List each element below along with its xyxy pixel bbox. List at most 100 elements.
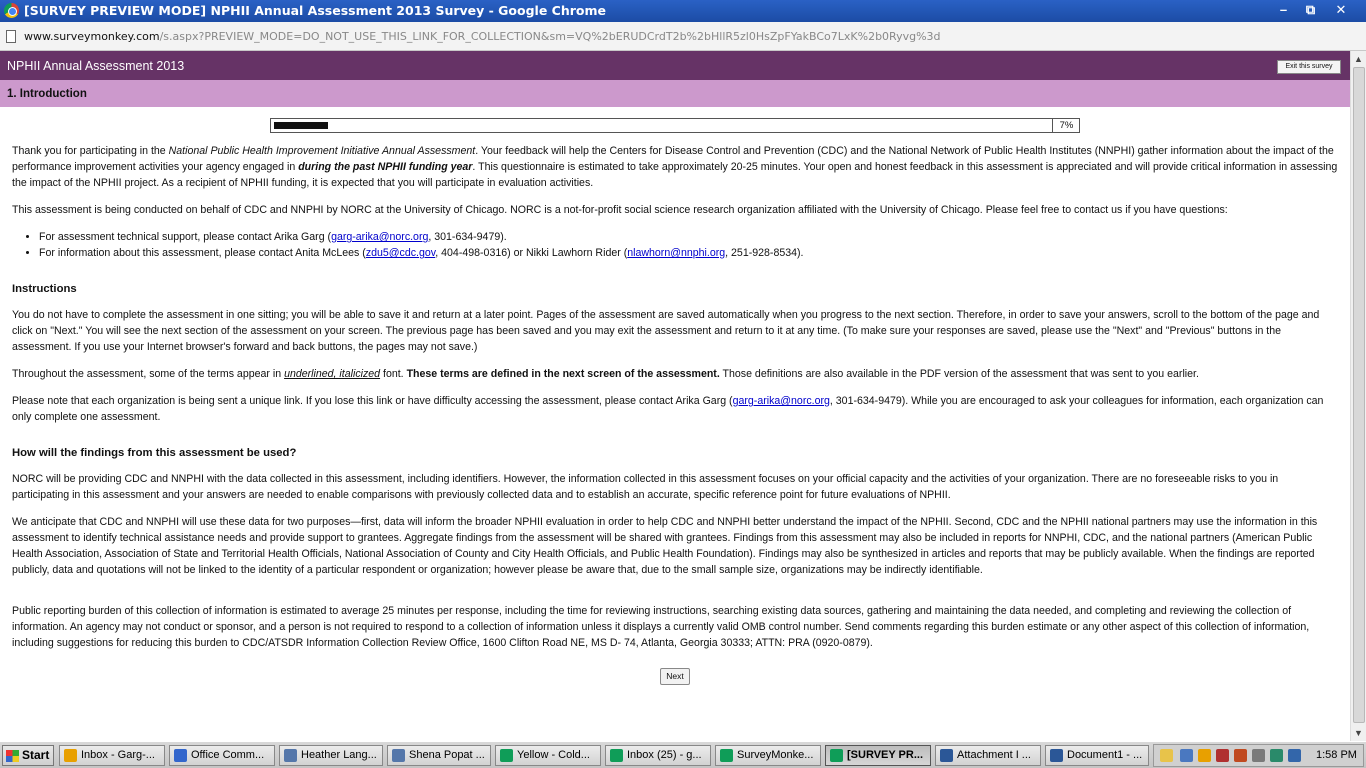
outlook-icon [64,749,77,762]
taskbar-item-label: Inbox - Garg-... [81,749,155,761]
text: Please note that each organization is be… [12,395,733,407]
minimize-icon[interactable]: – [1270,1,1297,19]
taskbar-item[interactable]: Shena Popat ... [387,745,491,766]
url-host: www.surveymonkey.com [24,30,160,43]
list-item: For assessment technical support, please… [39,229,1338,245]
chat-icon [392,749,405,762]
text-italic: National Public Health Improvement Initi… [168,145,476,157]
progress-bar: 7% [270,118,1080,133]
url-text[interactable]: www.surveymonkey.com/s.aspx?PREVIEW_MODE… [24,30,941,43]
word-icon [1050,749,1063,762]
scroll-up-icon[interactable]: ▲ [1354,54,1363,64]
text: Those definitions are also available in … [719,368,1199,380]
outlook-icon[interactable] [1198,749,1211,762]
taskbar-item[interactable]: SurveyMonke... [715,745,821,766]
close-icon[interactable]: ✕ [1326,1,1356,19]
window-titlebar: [SURVEY PREVIEW MODE] NPHII Annual Asses… [0,0,1366,22]
text-bold-italic: during the past NPHII funding year [298,161,473,173]
findings-heading: How will the findings from this assessme… [12,447,297,459]
survey-header: NPHII Annual Assessment 2013 Exit this s… [0,51,1350,80]
taskbar-item[interactable]: Inbox - Garg-... [59,745,165,766]
taskbar-item-label: Yellow - Cold... [517,749,590,761]
taskbar-item[interactable]: Yellow - Cold... [495,745,601,766]
survey-title: NPHII Annual Assessment 2013 [7,59,185,73]
email-link[interactable]: nlawhorn@nnphi.org [627,247,725,259]
chrome-icon [4,3,19,18]
taskbar-item-label: Office Comm... [191,749,265,761]
window-title: [SURVEY PREVIEW MODE] NPHII Annual Asses… [24,3,607,18]
update-icon[interactable] [1270,749,1283,762]
page-title: 1. Introduction [7,88,87,100]
email-link[interactable]: garg-arika@norc.org [733,395,830,407]
scroll-thumb[interactable] [1353,67,1365,723]
taskbar-item[interactable]: [SURVEY PR... [825,745,931,766]
text-underlined-italic: underlined, italicized [284,368,381,380]
taskbar-item-label: Shena Popat ... [409,749,485,761]
terms-paragraph: Throughout the assessment, some of the t… [12,366,1338,382]
text: For information about this assessment, p… [39,247,366,259]
progress-percent: 7% [1052,118,1080,133]
vertical-scrollbar[interactable]: ▲ ▼ [1350,51,1366,741]
instructions-paragraph: You do not have to complete the assessme… [12,309,1320,353]
taskbar-item[interactable]: Heather Lang... [279,745,383,766]
start-label: Start [22,748,50,762]
taskbar-item[interactable]: Office Comm... [169,745,275,766]
contact-list: For assessment technical support, please… [39,229,1338,261]
text: For assessment technical support, please… [39,231,332,243]
security-icon[interactable] [1234,749,1247,762]
office-communicator-icon [174,749,187,762]
taskbar-item[interactable]: Attachment I ... [935,745,1041,766]
scroll-down-icon[interactable]: ▼ [1354,728,1363,738]
text: , 301-634-9479). [428,231,507,243]
chrome-icon [720,749,733,762]
list-item: For information about this assessment, p… [39,245,1338,261]
network-icon[interactable] [1180,749,1193,762]
email-link[interactable]: garg-arika@norc.org [331,231,428,243]
next-button[interactable]: Next [660,668,690,685]
email-link[interactable]: zdu5@cdc.gov [366,247,435,259]
display-icon[interactable] [1288,749,1301,762]
chrome-icon [830,749,843,762]
chrome-icon [610,749,623,762]
taskbar: Start Inbox - Garg-... Office Comm... Heat… [0,741,1366,768]
start-button[interactable]: Start [2,745,54,766]
exit-survey-button[interactable]: Exit this survey [1277,60,1341,74]
mail-icon[interactable] [1160,749,1173,762]
taskbar-item-label: [SURVEY PR... [847,749,924,761]
progress-track [274,122,1052,129]
unique-link-paragraph: Please note that each organization is be… [12,393,1338,425]
about-paragraph: This assessment is being conducted on be… [12,204,1228,216]
findings-paragraph: NORC will be providing CDC and NNPHI wit… [12,473,1279,501]
clock: 1:58 PM [1316,749,1357,761]
taskbar-item-label: SurveyMonke... [737,749,814,761]
taskbar-item-label: Document1 - ... [1067,749,1143,761]
taskbar-item[interactable]: Document1 - ... [1045,745,1149,766]
text: , 404-498-0316) or Nikki Lawhorn Rider ( [435,247,628,259]
chat-icon [284,749,297,762]
page-viewport: NPHII Annual Assessment 2013 Exit this s… [0,51,1350,741]
text-bold: These terms are defined in the next scre… [406,368,720,380]
url-path: /s.aspx?PREVIEW_MODE=DO_NOT_USE_THIS_LIN… [159,30,941,43]
text: Throughout the assessment, some of the t… [12,368,285,380]
burden-paragraph: Public reporting burden of this collecti… [12,605,1310,649]
volume-icon[interactable] [1252,749,1265,762]
page-header: 1. Introduction [0,80,1350,107]
maximize-icon[interactable]: ⧉ [1297,1,1324,19]
system-tray: 1:58 PM [1153,744,1364,767]
purposes-paragraph: We anticipate that CDC and NNPHI will us… [12,516,1318,576]
instructions-heading: Instructions [12,283,77,295]
taskbar-item-label: Attachment I ... [957,749,1031,761]
text: font. [380,368,407,380]
text: , 251-928-8534). [725,247,804,259]
intro-content: Thank you for participating in the Natio… [12,143,1338,662]
taskbar-item-label: Heather Lang... [301,749,377,761]
windows-logo-icon [6,750,19,762]
address-bar[interactable]: www.surveymonkey.com/s.aspx?PREVIEW_MODE… [0,22,1366,51]
intro-paragraph: Thank you for participating in the Natio… [12,143,1338,191]
chrome-icon [500,749,513,762]
shield-icon[interactable] [1216,749,1229,762]
page-icon [6,30,16,43]
taskbar-item-label: Inbox (25) - g... [627,749,702,761]
taskbar-item[interactable]: Inbox (25) - g... [605,745,711,766]
